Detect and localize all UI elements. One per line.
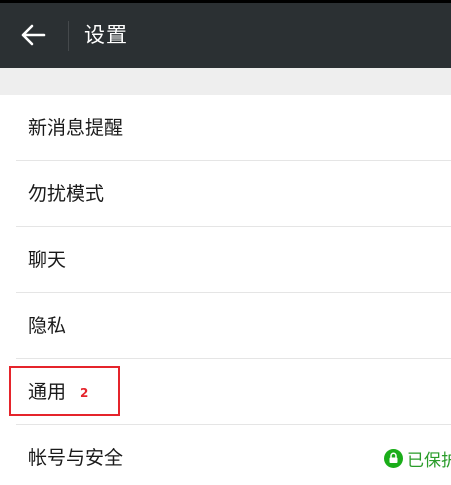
status-text: 已保护 <box>407 450 451 471</box>
lock-icon <box>384 448 403 468</box>
settings-item-label: 通用 <box>28 381 67 403</box>
settings-item-privacy[interactable]: 隐私 <box>0 293 451 359</box>
settings-item-label: 勿扰模式 <box>28 183 105 205</box>
settings-item-label: 新消息提醒 <box>28 117 124 139</box>
settings-item-account-security[interactable]: 帐号与安全 已保护 <box>0 425 451 485</box>
settings-item-do-not-disturb[interactable]: 勿扰模式 <box>0 161 451 227</box>
settings-item-label: 帐号与安全 <box>28 447 124 469</box>
app-bar-divider <box>68 21 69 51</box>
arrow-left-icon <box>20 24 46 46</box>
settings-item-label: 隐私 <box>28 315 67 337</box>
settings-item-chats[interactable]: 聊天 <box>0 227 451 293</box>
settings-item-label: 聊天 <box>28 249 67 271</box>
section-spacer <box>0 68 451 95</box>
settings-item-general[interactable]: 通用 2 <box>0 359 451 425</box>
page-title: 设置 <box>84 23 128 47</box>
settings-item-new-message-alerts[interactable]: 新消息提醒 <box>0 95 451 161</box>
settings-list: 新消息提醒 勿扰模式 聊天 隐私 通用 2 帐号与安全 已保护 <box>0 95 451 485</box>
annotation-number: 2 <box>80 386 89 400</box>
back-button[interactable] <box>8 13 58 57</box>
protection-status: 已保护 <box>384 425 451 485</box>
app-bar: 设置 <box>0 3 451 68</box>
settings-screen: 设置 新消息提醒 勿扰模式 聊天 隐私 通用 2 帐号与安全 已保护 <box>0 0 451 485</box>
